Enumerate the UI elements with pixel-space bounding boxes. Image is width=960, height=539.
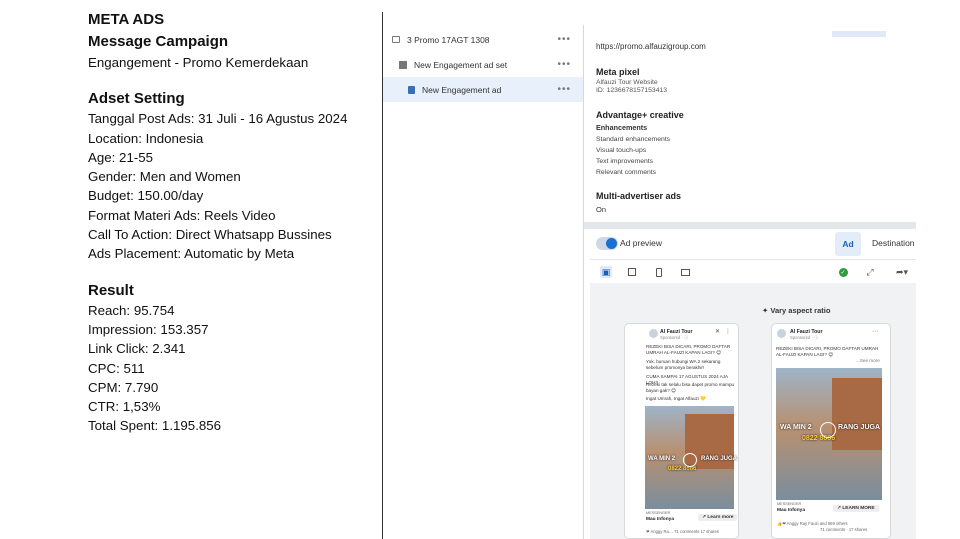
square-format-icon[interactable] — [626, 266, 638, 278]
adset-heading: Adset Setting — [88, 90, 185, 108]
preview-header: Ad preview Ad Destination — [590, 229, 916, 259]
multi-advertiser-value: On — [596, 205, 607, 214]
multi-advertiser-title: Multi-advertiser ads — [596, 191, 682, 201]
tab-destination[interactable]: Destination — [872, 238, 915, 248]
preview-toggle[interactable] — [596, 237, 618, 250]
avatar — [777, 329, 786, 338]
adset-grid-icon — [399, 60, 407, 69]
messenger-label: MESSENGER — [646, 511, 671, 515]
vary-aspect-ratio[interactable]: ✦ Vary aspect ratio — [762, 306, 830, 315]
tree-adset-label: New Engagement ad set — [414, 59, 508, 70]
widescreen-format-icon[interactable] — [679, 266, 691, 278]
video-caption: RANG JUGA — [838, 424, 881, 431]
result-line: CPM: 7.790 — [88, 379, 159, 395]
adset-line: Gender: Men and Women — [88, 169, 241, 185]
engagement-stats: 71 comments · 17 shares — [820, 527, 868, 532]
learn-more-button[interactable]: ↗ LEARN MORE — [833, 505, 879, 512]
ad-icon — [408, 85, 415, 94]
enhancement-item: Text improvements — [596, 158, 654, 165]
tree-campaign-label: 3 Promo 17AGT 1308 — [407, 34, 490, 45]
video-caption: RANG JUGA — [701, 456, 738, 462]
engagement-stats: ❤ Anggy Ra… 71 comments 17 shares — [646, 529, 719, 534]
messenger-text: Mau Infonya — [646, 517, 674, 522]
enhancement-item: Standard enhancements — [596, 136, 671, 143]
ad-preview-panel: Ad preview Ad Destination ▣ ✓ ⤢ ➦▾ ✦ Var… — [590, 229, 916, 539]
tree-ad-label: New Engagement ad — [422, 84, 502, 95]
adset-line: Ads Placement: Automatic by Meta — [88, 246, 295, 262]
result-line: Total Spent: 1.195.856 — [88, 418, 222, 434]
ad-video-thumbnail[interactable]: WA MIN 2 RANG JUGA 0822 8686 — [645, 406, 738, 509]
platform-title: META ADS — [88, 11, 165, 28]
learn-more-button[interactable]: ↗ Learn more — [698, 514, 738, 521]
mobile-format-icon[interactable] — [653, 266, 665, 278]
ad-text: REZEKI BISA DICARI, PROMO DAFTAR UMRAH A… — [776, 346, 879, 357]
folder-icon — [392, 36, 400, 43]
result-line: Link Click: 2.341 — [88, 341, 186, 357]
more-icon[interactable]: ••• — [557, 84, 571, 95]
video-caption: WA MIN 2 — [780, 424, 812, 431]
adset-line: Call To Action: Direct Whatsapp Bussines — [88, 227, 332, 243]
avatar — [649, 329, 658, 338]
more-icon[interactable]: ⋮ — [725, 328, 731, 335]
ad-video-thumbnail[interactable]: WA MIN 2 RANG JUGA 0822 8686 — [776, 368, 882, 500]
close-icon[interactable]: ✕ — [715, 328, 720, 335]
ad-text: Yuk, buruan hubungi WA 2 sekarang sebelu… — [646, 359, 721, 370]
pixel-id: ID: 1236678157153413 — [596, 87, 668, 94]
result-heading: Result — [88, 281, 134, 299]
ad-text: REZEKI BISA DICARI, PROMO DAFTAR UMRAH A… — [646, 344, 731, 355]
expand-icon[interactable]: ⤢ — [864, 266, 876, 278]
more-icon[interactable]: ⋯ — [872, 328, 878, 335]
enhancement-item: Visual touch-ups — [596, 147, 647, 154]
enhancements-title: Enhancements — [596, 123, 648, 132]
messenger-text: Mau Infonya — [777, 508, 805, 513]
destination-url: https://promo.alfauzigroup.com — [596, 42, 706, 51]
campaign-type: Message Campaign — [88, 33, 229, 50]
sponsored-label: Sponsored · ⓘ — [660, 335, 689, 340]
messenger-label: MESSENGER — [777, 502, 802, 506]
result-line: Reach: 95.754 — [88, 302, 175, 318]
adset-line: Budget: 150.00/day — [88, 188, 204, 204]
result-line: Impression: 153.357 — [88, 321, 209, 337]
ad-text: Ingat Umrah, Ingat Alfauzi 💛 — [646, 396, 706, 401]
tree-ad[interactable]: New Engagement ad ••• — [383, 77, 583, 102]
tree-adset[interactable]: New Engagement ad set ••• — [383, 52, 583, 77]
pixel-title: Meta pixel — [596, 67, 640, 77]
more-icon[interactable]: ••• — [557, 59, 571, 70]
scroll-stub — [832, 31, 886, 37]
creative-title: Advantage+ creative — [596, 110, 684, 120]
campaign-summary: META ADS Message Campaign Engangement - … — [88, 10, 378, 436]
adset-line: Format Materi Ads: Reels Video — [88, 207, 276, 223]
adset-line: Tanggal Post Ads: 31 Juli - 16 Agustus 2… — [88, 111, 348, 127]
video-caption-phone: 0822 8686 — [668, 466, 697, 472]
ad-preview-card[interactable]: Al Fauzi Tour Sponsored · ⓘ ✕ ⋮ REZEKI B… — [624, 323, 739, 539]
more-icon[interactable]: ••• — [557, 34, 571, 45]
section-separator — [584, 222, 916, 229]
play-icon[interactable] — [683, 453, 697, 467]
campaign-objective: Engangement - Promo Kemerdekaan — [88, 55, 309, 70]
see-more-link[interactable]: ...See more — [856, 358, 880, 364]
placement-view-icon[interactable]: ▣ — [600, 266, 612, 278]
ad-preview-card[interactable]: Al Fauzi Tour Sponsored · ⓘ ⋯ REZEKI BIS… — [771, 323, 891, 539]
preview-label: Ad preview — [620, 238, 663, 248]
sponsored-label: Sponsored · ⓘ — [790, 335, 819, 340]
result-line: CTR: 1,53% — [88, 399, 161, 415]
checkmark-icon: ✓ — [838, 267, 848, 277]
preview-toolbar: ▣ ✓ ⤢ ➦▾ — [590, 259, 916, 283]
tree-campaign[interactable]: 3 Promo 17AGT 1308 ••• — [383, 27, 583, 52]
pixel-name: Alfauzi Tour Website — [596, 79, 658, 86]
campaign-tree: 3 Promo 17AGT 1308 ••• New Engagement ad… — [383, 25, 583, 539]
play-icon[interactable] — [820, 422, 836, 438]
ad-details-panel: https://promo.alfauzigroup.com Meta pixe… — [590, 25, 916, 227]
video-caption: WA MIN 2 — [648, 456, 676, 462]
enhancement-item: Relevant comments — [596, 169, 657, 176]
result-line: CPC: 511 — [88, 360, 145, 376]
panel-divider — [583, 25, 584, 539]
adset-line: Location: Indonesia — [88, 130, 204, 146]
tab-ad[interactable]: Ad — [835, 232, 861, 256]
ad-text: Rezeki tak selalu bisa dapet promo mampu… — [646, 382, 735, 393]
adset-line: Age: 21-55 — [88, 149, 154, 165]
share-icon[interactable]: ➦▾ — [891, 266, 913, 278]
